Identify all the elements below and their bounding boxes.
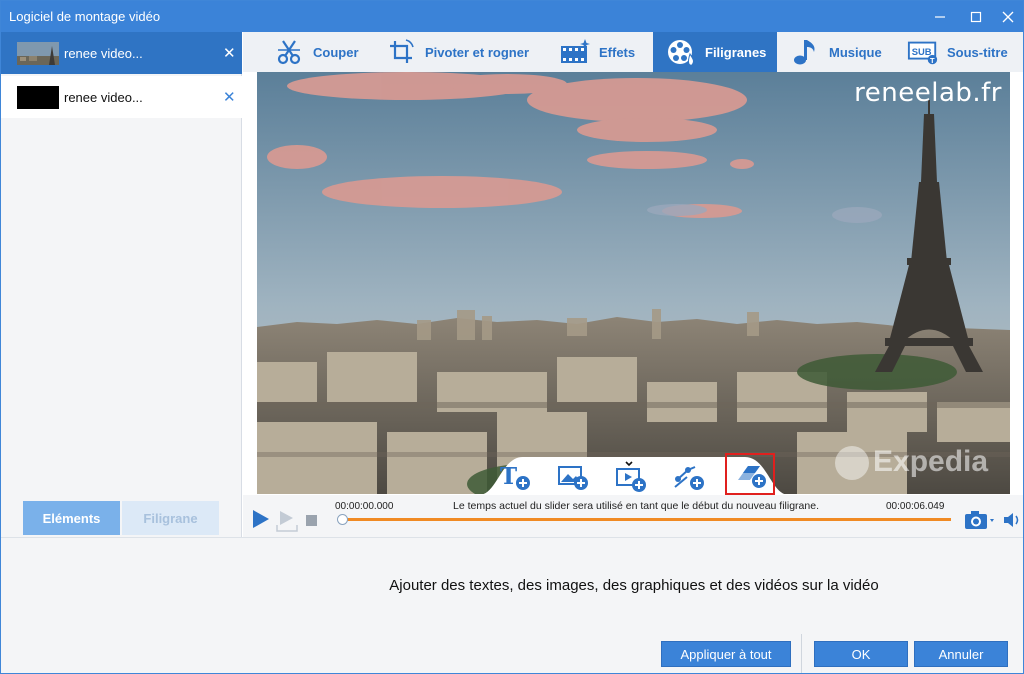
tab-couper[interactable]: Couper xyxy=(273,32,359,72)
cancel-button[interactable]: Annuler xyxy=(914,641,1008,667)
add-video-icon xyxy=(616,461,646,492)
tab-pivoter-rogner[interactable]: Pivoter et rogner xyxy=(385,32,529,72)
file-name: renee video... xyxy=(64,45,143,61)
timeline-track[interactable] xyxy=(343,518,951,521)
bottom-panel: Ajouter des textes, des images, des grap… xyxy=(1,537,1023,673)
play-from-icon[interactable] xyxy=(275,507,299,533)
file-list-panel: renee video... ✕ renee video... ✕ Elémen… xyxy=(1,32,242,537)
minimize-icon xyxy=(935,15,945,18)
add-graphic-button[interactable] xyxy=(671,461,707,493)
video-thumbnail xyxy=(17,41,59,65)
minimize-button[interactable] xyxy=(923,1,957,32)
tab-effets[interactable]: Effets xyxy=(559,32,635,72)
expedia-logo-text: Expedia xyxy=(873,445,989,478)
remove-file-icon[interactable]: ✕ xyxy=(223,44,236,62)
tab-filigranes[interactable]: Filigranes xyxy=(653,32,777,72)
tab-sous-titre[interactable]: SUB T Sous-titre xyxy=(907,32,1008,72)
film-effects-icon xyxy=(559,37,591,67)
ok-button[interactable]: OK xyxy=(814,641,908,667)
tab-watermark-list[interactable]: Filigrane xyxy=(122,501,219,535)
scissors-icon xyxy=(273,37,305,67)
watermark-text: reneelab.fr xyxy=(854,78,1002,108)
apply-all-button[interactable]: Appliquer à tout xyxy=(661,641,791,667)
close-icon xyxy=(1002,11,1014,22)
close-button[interactable] xyxy=(991,1,1023,32)
tab-label: Musique xyxy=(829,44,882,60)
divider xyxy=(801,634,802,673)
video-frame xyxy=(257,72,1010,494)
add-text-button[interactable]: T xyxy=(497,461,533,493)
slider-note: Le temps actuel du slider sera utilisé e… xyxy=(453,500,819,512)
play-icon[interactable] xyxy=(249,507,273,531)
add-image-button[interactable] xyxy=(555,461,591,493)
eraser-add-icon xyxy=(738,466,766,488)
add-graphic-icon xyxy=(674,466,704,490)
playback-bar: 00:00:00.000 Le temps actuel du slider s… xyxy=(243,495,1023,537)
maximize-button[interactable] xyxy=(959,1,993,32)
video-thumbnail xyxy=(17,85,59,109)
svg-text:T: T xyxy=(500,463,517,490)
tab-label: Sous-titre xyxy=(947,44,1008,60)
volume-icon[interactable] xyxy=(1002,510,1022,530)
editor-tabs: Couper Pivoter et rogner Effets Filigran… xyxy=(243,32,1023,72)
watermark-reel-icon xyxy=(665,37,697,67)
file-name: renee video... xyxy=(64,89,143,105)
tab-label: Filigranes xyxy=(705,44,767,60)
music-note-icon xyxy=(789,37,821,67)
video-preview: reneelab.fr Expedia xyxy=(257,72,1010,494)
snapshot-camera-icon[interactable] xyxy=(963,508,997,532)
stop-icon[interactable] xyxy=(305,514,319,528)
crop-rotate-icon xyxy=(385,37,417,67)
hint-text: Ajouter des textes, des images, des grap… xyxy=(389,577,879,594)
expedia-logo-icon xyxy=(835,446,869,481)
file-item[interactable]: renee video... ✕ xyxy=(1,76,242,118)
add-video-button[interactable] xyxy=(613,461,649,493)
expedia-logo: Expedia xyxy=(835,445,989,481)
remove-file-icon[interactable]: ✕ xyxy=(223,88,236,106)
add-text-icon: T xyxy=(500,463,530,490)
tab-label: Pivoter et rogner xyxy=(425,44,530,60)
tab-musique[interactable]: Musique xyxy=(789,32,882,72)
watermark-add-toolbar: T xyxy=(479,453,789,495)
title-bar: Logiciel de montage vidéo xyxy=(1,1,1023,32)
add-image-icon xyxy=(558,466,588,490)
tab-label: Couper xyxy=(313,44,359,60)
add-erase-watermark-button[interactable] xyxy=(725,453,775,495)
file-item[interactable]: renee video... ✕ xyxy=(1,32,242,74)
subtitle-icon: SUB T xyxy=(907,37,939,67)
svg-text:SUB: SUB xyxy=(912,46,932,57)
total-time: 00:00:06.049 xyxy=(886,501,945,512)
timeline-knob[interactable] xyxy=(337,514,348,525)
tab-elements[interactable]: Eléments xyxy=(23,501,120,535)
current-time: 00:00:00.000 xyxy=(335,501,394,512)
svg-text:T: T xyxy=(930,56,935,65)
tab-label: Effets xyxy=(599,44,636,60)
app-window: Logiciel de montage vidéo renee video...… xyxy=(0,0,1024,674)
window-title: Logiciel de montage vidéo xyxy=(9,9,161,24)
left-tabs: Eléments Filigrane xyxy=(23,501,219,535)
maximize-icon xyxy=(970,11,982,22)
